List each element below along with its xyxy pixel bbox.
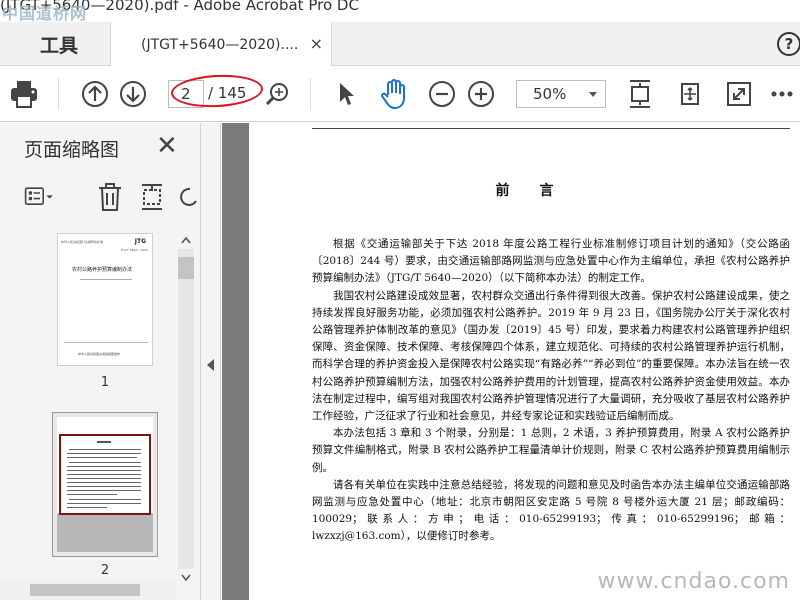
- zoom-level-select[interactable]: 50%: [516, 80, 606, 108]
- next-page-button[interactable]: [117, 78, 149, 110]
- trash-icon: [99, 183, 121, 211]
- hscrollbar-thumb[interactable]: [30, 584, 140, 596]
- thumbnail-label-1: 1: [100, 375, 110, 390]
- thumbnail-list: 中华人民共和国行业推荐性标准 JTG JTG/T 5640—2020 农村公路养…: [0, 233, 175, 600]
- tab-document-label: (JTGT+5640—2020)....: [141, 36, 299, 53]
- thumb-subtitle-line: [80, 279, 132, 280]
- document-viewport[interactable]: 前言 根据《交通运输部关于下达 2018 年度公路工程行业标准制修订项目计划的通…: [222, 123, 800, 600]
- thumb-logo: JTG: [134, 238, 146, 245]
- tab-document[interactable]: (JTGT+5640—2020).... ×: [110, 22, 332, 67]
- thumb-publisher: 中华人民共和国交通运输部发布: [78, 352, 121, 356]
- zoom-in-button[interactable]: [465, 78, 497, 110]
- rotate-icon: [180, 187, 197, 206]
- main-toolbar: 2 / 145 50%: [0, 66, 800, 122]
- thumbnail-vertical-scrollbar[interactable]: [176, 233, 196, 600]
- document-body: 根据《交通运输部关于下达 2018 年度公路工程行业标准制修订项目计划的通知》（…: [312, 236, 790, 546]
- expand-icon: [727, 82, 751, 106]
- thumb-book-title: 农村公路养护预算编制办法: [72, 267, 133, 273]
- thumbnails-panel: 页面缩略图 ✕ 中华人民共和国行业推荐性标准 JTG JTG/T 5640—20…: [0, 123, 201, 600]
- fit-page-button[interactable]: [624, 78, 656, 110]
- hand-tool-button[interactable]: [378, 78, 410, 110]
- thumb-shaded-region: [57, 513, 153, 552]
- magnifier-icon: [265, 83, 288, 106]
- document-paragraph: 请各有关单位在实践中注意总结经验，将发现的问题和意见及时函告本办法主编单位交通运…: [312, 478, 790, 543]
- thumbnail-horizontal-scrollbar[interactable]: [0, 580, 176, 600]
- document-paragraph: 根据《交通运输部关于下达 2018 年度公路工程行业标准制修订项目计划的通知》（…: [312, 238, 790, 285]
- collapse-arrow-icon[interactable]: [207, 359, 214, 371]
- thumbnail-label-2: 2: [100, 563, 110, 578]
- tab-tools[interactable]: 工具: [8, 22, 110, 66]
- thumb-std-number: JTG/T 5640—2020: [120, 248, 148, 252]
- print-button[interactable]: [8, 78, 40, 110]
- header-rule: [312, 128, 790, 129]
- toolbar-separator: [310, 78, 311, 110]
- fit-page-icon: [630, 80, 650, 108]
- rotate-page-button[interactable]: [176, 181, 198, 213]
- hand-icon: [381, 79, 405, 109]
- site-watermark: 中国道桥网: [2, 4, 88, 22]
- full-screen-button[interactable]: [723, 78, 755, 110]
- tab-bar: 工具 (JTGT+5640—2020).... × ?: [0, 22, 800, 67]
- page-thumbnail-2: [57, 417, 153, 552]
- pdf-page: 前言 根据《交通运输部关于下达 2018 年度公路工程行业标准制修订项目计划的通…: [249, 123, 800, 600]
- minus-circle-icon: [429, 81, 455, 107]
- chevron-down-icon: [589, 92, 597, 97]
- thumbnail-options-button[interactable]: [24, 181, 56, 213]
- more-tools-button[interactable]: [766, 78, 798, 110]
- more-icon: [771, 91, 793, 97]
- page-move-icon: [681, 83, 699, 105]
- previous-page-button[interactable]: [79, 78, 111, 110]
- panel-collapse-strip[interactable]: [201, 123, 221, 600]
- zoom-out-button[interactable]: [426, 78, 458, 110]
- scrollbar-track: [178, 249, 194, 569]
- select-tool-button[interactable]: [330, 78, 362, 110]
- panel-toolbar: [0, 175, 200, 219]
- page-thumbnail-1[interactable]: 中华人民共和国行业推荐性标准 JTG JTG/T 5640—2020 农村公路养…: [57, 233, 153, 366]
- thumb-date-line: [64, 342, 148, 343]
- scrollbar-thumb[interactable]: [178, 257, 194, 279]
- scroll-mode-button[interactable]: [674, 78, 706, 110]
- document-heading: 前言: [495, 183, 584, 199]
- options-list-icon: [24, 187, 53, 205]
- insert-page-button[interactable]: [136, 181, 168, 213]
- printer-icon: [11, 81, 37, 108]
- scroll-up-icon[interactable]: [176, 233, 196, 247]
- insert-page-icon: [142, 184, 162, 210]
- arrow-up-circle-icon: [82, 81, 108, 107]
- document-paragraph: 我国农村公路建设成效显著，农村群众交通出行条件得到很大改善。保护农村公路建设成果…: [312, 289, 790, 423]
- help-icon[interactable]: ?: [777, 32, 800, 56]
- thumb-std-line: 中华人民共和国行业推荐性标准: [61, 240, 104, 244]
- page-thumbnail-2-selected[interactable]: [52, 412, 158, 557]
- document-paragraph: 本办法包括 3 章和 3 个附录，分别是：1 总则，2 术语，3 养护预算费用，…: [312, 427, 790, 474]
- tab-close-icon[interactable]: ×: [310, 34, 323, 53]
- site-watermark-bottom: www.cndao.com: [597, 569, 790, 594]
- viewport-indicator[interactable]: [59, 434, 151, 515]
- toolbar-separator: [58, 78, 59, 110]
- panel-close-icon[interactable]: ✕: [156, 133, 178, 159]
- pointer-icon: [340, 83, 354, 105]
- zoom-level-value: 50%: [533, 85, 567, 103]
- panel-title: 页面缩略图: [24, 139, 120, 161]
- title-bar: (JTGT+5640—2020).pdf - Adobe Acrobat Pro…: [0, 0, 800, 22]
- zoom-search-button[interactable]: [261, 78, 293, 110]
- plus-circle-icon: [468, 81, 494, 107]
- scroll-down-icon[interactable]: [176, 571, 196, 585]
- arrow-down-circle-icon: [120, 81, 146, 107]
- delete-page-button[interactable]: [94, 181, 126, 213]
